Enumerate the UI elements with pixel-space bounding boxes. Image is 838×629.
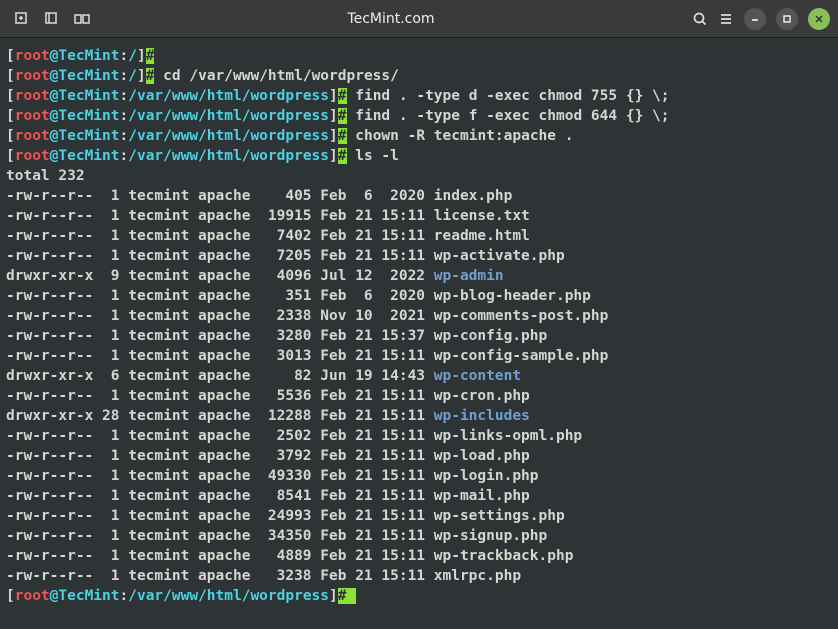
prompt-line: [root@TecMint:/var/www/html/wordpress]#	[6, 586, 832, 606]
close-button[interactable]	[808, 8, 830, 30]
file-row: -rw-r--r-- 1 tecmint apache 405 Feb 6 20…	[6, 186, 832, 206]
file-row: -rw-r--r-- 1 tecmint apache 4889 Feb 21 …	[6, 546, 832, 566]
file-row: -rw-r--r-- 1 tecmint apache 7205 Feb 21 …	[6, 246, 832, 266]
menu-icon[interactable]	[718, 11, 734, 27]
prompt-line: [root@TecMint:/]#	[6, 46, 832, 66]
prompt-line: [root@TecMint:/var/www/html/wordpress]# …	[6, 106, 832, 126]
file-row: -rw-r--r-- 1 tecmint apache 24993 Feb 21…	[6, 506, 832, 526]
file-row: -rw-r--r-- 1 tecmint apache 2338 Nov 10 …	[6, 306, 832, 326]
minimize-button[interactable]	[744, 8, 766, 30]
new-window-icon[interactable]	[44, 11, 60, 27]
prompt-line: [root@TecMint:/var/www/html/wordpress]# …	[6, 146, 832, 166]
titlebar-right-controls	[692, 8, 830, 30]
file-row: -rw-r--r-- 1 tecmint apache 5536 Feb 21 …	[6, 386, 832, 406]
file-row: -rw-r--r-- 1 tecmint apache 3792 Feb 21 …	[6, 446, 832, 466]
window-title: TecMint.com	[102, 9, 680, 29]
terminal-output[interactable]: [root@TecMint:/]#[root@TecMint:/]# cd /v…	[0, 38, 838, 614]
prompt-line: [root@TecMint:/]# cd /var/www/html/wordp…	[6, 66, 832, 86]
file-row: -rw-r--r-- 1 tecmint apache 3013 Feb 21 …	[6, 346, 832, 366]
file-row: drwxr-xr-x 28 tecmint apache 12288 Feb 2…	[6, 406, 832, 426]
file-row: -rw-r--r-- 1 tecmint apache 3280 Feb 21 …	[6, 326, 832, 346]
file-row: drwxr-xr-x 6 tecmint apache 82 Jun 19 14…	[6, 366, 832, 386]
prompt-line: [root@TecMint:/var/www/html/wordpress]# …	[6, 86, 832, 106]
file-row: -rw-r--r-- 1 tecmint apache 19915 Feb 21…	[6, 206, 832, 226]
file-row: -rw-r--r-- 1 tecmint apache 7402 Feb 21 …	[6, 226, 832, 246]
file-row: -rw-r--r-- 1 tecmint apache 351 Feb 6 20…	[6, 286, 832, 306]
titlebar: TecMint.com	[0, 0, 838, 38]
new-tab-icon[interactable]	[14, 11, 30, 27]
maximize-button[interactable]	[776, 8, 798, 30]
file-row: -rw-r--r-- 1 tecmint apache 34350 Feb 21…	[6, 526, 832, 546]
cursor	[347, 588, 356, 604]
file-row: -rw-r--r-- 1 tecmint apache 8541 Feb 21 …	[6, 486, 832, 506]
file-row: -rw-r--r-- 1 tecmint apache 2502 Feb 21 …	[6, 426, 832, 446]
search-icon[interactable]	[692, 11, 708, 27]
total-line: total 232	[6, 166, 832, 186]
file-row: -rw-r--r-- 1 tecmint apache 49330 Feb 21…	[6, 466, 832, 486]
file-row: drwxr-xr-x 9 tecmint apache 4096 Jul 12 …	[6, 266, 832, 286]
split-icon[interactable]	[74, 11, 90, 27]
titlebar-left-controls	[8, 11, 90, 27]
file-row: -rw-r--r-- 1 tecmint apache 3238 Feb 21 …	[6, 566, 832, 586]
prompt-line: [root@TecMint:/var/www/html/wordpress]# …	[6, 126, 832, 146]
